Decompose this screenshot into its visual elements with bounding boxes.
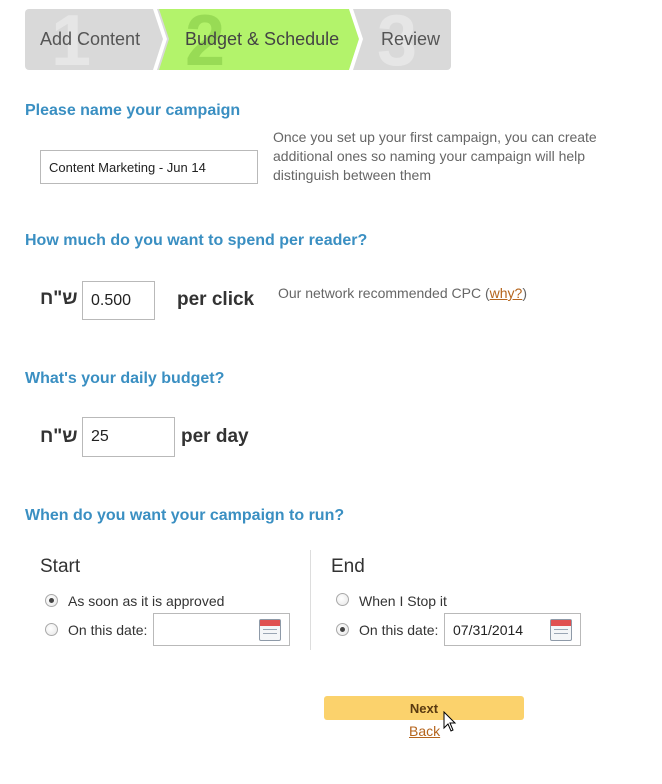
start-title: Start <box>40 556 81 577</box>
step-label: Add Content <box>40 29 141 49</box>
spend-heading: How much do you want to spend per reader… <box>25 232 368 249</box>
per-click-label: per click <box>177 289 255 310</box>
mouse-cursor-icon <box>443 711 457 732</box>
campaign-name-heading: Please name your campaign <box>25 102 241 119</box>
step-label: Budget & Schedule <box>185 29 340 49</box>
column-divider <box>310 550 311 650</box>
why-link[interactable]: why? <box>490 285 523 301</box>
step-add-content[interactable]: 1 Add Content <box>25 9 165 70</box>
campaign-name-hint: Once you set up your first campaign, you… <box>273 129 597 183</box>
cpc-hint-close: ) <box>522 285 527 301</box>
end-date-label[interactable]: On this date: <box>359 622 438 638</box>
per-day-label: per day <box>181 426 249 447</box>
schedule-heading: When do you want your campaign to run? <box>25 507 345 524</box>
next-button[interactable]: Next <box>324 696 524 720</box>
calendar-icon[interactable] <box>259 619 281 641</box>
cpc-hint: Our network recommended CPC (why?) <box>278 284 527 303</box>
cpc-hint-text: Our network recommended CPC ( <box>278 285 490 301</box>
step-review[interactable]: 3 Review <box>355 9 451 70</box>
step-budget-schedule[interactable]: 2 Budget & Schedule <box>159 9 359 70</box>
start-date-radio[interactable] <box>45 623 58 636</box>
currency-symbol: ש"ח <box>40 288 78 309</box>
daily-budget-heading: What's your daily budget? <box>25 370 225 387</box>
end-title: End <box>331 556 365 577</box>
start-approved-label[interactable]: As soon as it is approved <box>68 593 224 609</box>
start-approved-radio[interactable] <box>45 594 58 607</box>
end-stop-label[interactable]: When I Stop it <box>359 593 447 609</box>
end-stop-radio[interactable] <box>336 593 349 606</box>
campaign-name-input[interactable]: Content Marketing - Jun 14 <box>40 150 258 184</box>
cpc-input[interactable]: 0.500 <box>82 281 155 320</box>
currency-symbol: ש"ח <box>40 426 78 447</box>
step-label: Review <box>381 29 441 49</box>
daily-budget-input[interactable]: 25 <box>82 417 175 457</box>
start-date-label[interactable]: On this date: <box>68 622 147 638</box>
calendar-icon[interactable] <box>550 619 572 641</box>
end-date-radio[interactable] <box>336 623 349 636</box>
wizard-steps: 1 Add Content 2 Budget & Schedule 3 Revi… <box>25 9 451 70</box>
back-link[interactable]: Back <box>409 723 440 739</box>
